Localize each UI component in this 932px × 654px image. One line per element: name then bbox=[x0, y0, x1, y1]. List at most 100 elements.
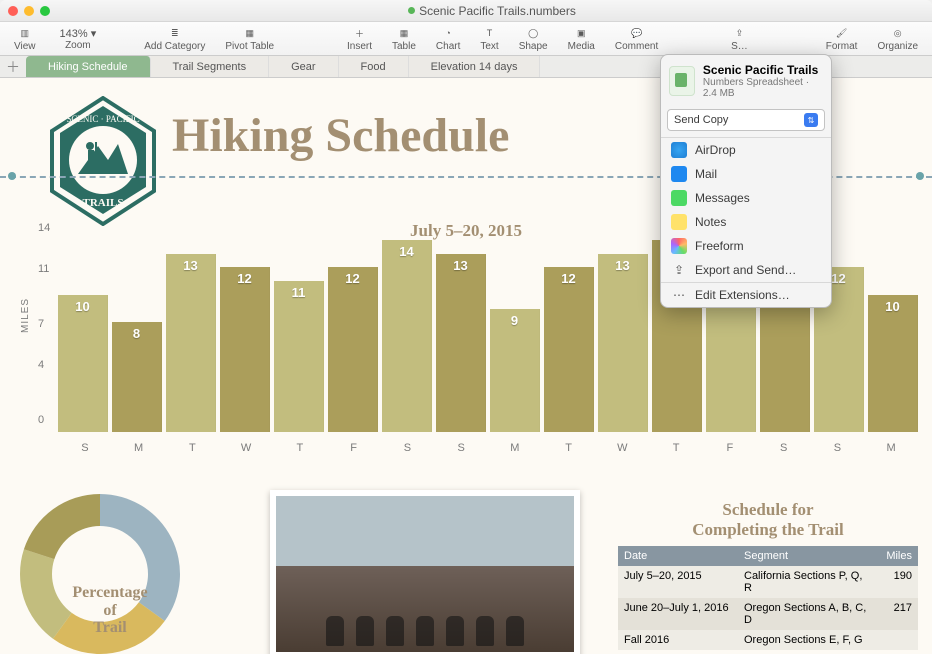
col-header-segment[interactable]: Segment bbox=[738, 546, 874, 566]
cell-miles[interactable] bbox=[874, 630, 918, 650]
format-button[interactable]: 🖌 Format bbox=[818, 25, 866, 52]
window-close-button[interactable] bbox=[8, 6, 18, 16]
cell-segment[interactable]: California Sections P, Q, R bbox=[738, 566, 874, 598]
share-export[interactable]: ⇪Export and Send… bbox=[661, 258, 831, 282]
chart-icon: ◔ bbox=[440, 25, 456, 41]
pie-slice[interactable] bbox=[24, 494, 100, 559]
guide-handle-right[interactable] bbox=[916, 172, 924, 180]
toolbar: ▥ View 143% ▾ Zoom ≣ Add Category ▦ Pivo… bbox=[0, 22, 932, 56]
y-tick: 4 bbox=[38, 359, 44, 371]
cell-miles[interactable]: 217 bbox=[874, 598, 918, 630]
mail-icon bbox=[671, 166, 687, 182]
pivot-table-button[interactable]: ▦ Pivot Table bbox=[217, 25, 282, 52]
x-tick: F bbox=[703, 442, 757, 454]
media-icon: ▣ bbox=[573, 25, 589, 41]
x-tick: T bbox=[542, 442, 596, 454]
sheet-tab[interactable]: Trail Segments bbox=[151, 56, 270, 77]
insert-button[interactable]: ＋ Insert bbox=[339, 25, 380, 52]
bar-value-label: 12 bbox=[561, 271, 575, 286]
col-header-miles[interactable]: Miles bbox=[874, 546, 918, 566]
cell-miles[interactable]: 190 bbox=[874, 566, 918, 598]
bar-value-label: 13 bbox=[615, 258, 629, 273]
page-title: Hiking Schedule bbox=[172, 108, 509, 163]
table-row[interactable]: July 5–20, 2015California Sections P, Q,… bbox=[618, 566, 918, 598]
chart-bar[interactable]: 12 bbox=[544, 267, 594, 432]
share-freeform[interactable]: Freeform bbox=[661, 234, 831, 258]
sheet-tab[interactable]: Hiking Schedule bbox=[26, 56, 151, 77]
extensions-icon: ⋯ bbox=[671, 287, 687, 303]
chart-bar[interactable]: 12 bbox=[328, 267, 378, 432]
window-minimize-button[interactable] bbox=[24, 6, 34, 16]
add-sheet-button[interactable]: ＋ bbox=[0, 57, 26, 77]
table-button[interactable]: ▦ Table bbox=[384, 25, 424, 52]
freeform-icon bbox=[671, 238, 687, 254]
chart-bar[interactable]: 12 bbox=[220, 267, 270, 432]
share-button[interactable]: ⇪ S… bbox=[723, 25, 756, 52]
chart-button[interactable]: ◔ Chart bbox=[428, 25, 468, 52]
chart-bar[interactable]: 8 bbox=[112, 322, 162, 432]
pie-chart[interactable]: Percentage of Trail bbox=[10, 484, 210, 654]
cell-segment[interactable]: Oregon Sections A, B, C, D bbox=[738, 598, 874, 630]
export-icon: ⇪ bbox=[671, 262, 687, 278]
x-tick: S bbox=[381, 442, 435, 454]
chart-bar[interactable]: 14 bbox=[382, 240, 432, 432]
text-button[interactable]: T Text bbox=[472, 25, 506, 52]
x-tick: F bbox=[327, 442, 381, 454]
schedule-table-title: Schedule for Completing the Trail bbox=[618, 500, 918, 539]
table-row[interactable]: Fall 2016Oregon Sections E, F, G bbox=[618, 630, 918, 650]
cell-date[interactable]: June 20–July 1, 2016 bbox=[618, 598, 738, 630]
organize-button[interactable]: ◎ Organize bbox=[869, 25, 926, 52]
guide-handle-left[interactable] bbox=[8, 172, 16, 180]
x-tick: S bbox=[757, 442, 811, 454]
organize-icon: ◎ bbox=[890, 25, 906, 41]
schedule-table[interactable]: Date Segment Miles July 5–20, 2015Califo… bbox=[618, 546, 918, 650]
bar-value-label: 12 bbox=[345, 271, 359, 286]
x-tick: M bbox=[864, 442, 918, 454]
chart-bar[interactable]: 9 bbox=[490, 309, 540, 432]
x-tick: S bbox=[58, 442, 112, 454]
shape-icon: ◯ bbox=[525, 25, 541, 41]
share-airdrop[interactable]: AirDrop bbox=[661, 138, 831, 162]
share-doc-thumbnail-icon bbox=[669, 66, 695, 96]
titlebar: Scenic Pacific Trails.numbers bbox=[0, 0, 932, 22]
x-tick: S bbox=[811, 442, 865, 454]
sheet-tab[interactable]: Elevation 14 days bbox=[409, 56, 541, 77]
sheet-tab[interactable]: Gear bbox=[269, 56, 338, 77]
format-icon: 🖌 bbox=[834, 25, 850, 41]
bar-value-label: 13 bbox=[183, 258, 197, 273]
view-button[interactable]: ▥ View bbox=[6, 25, 44, 52]
share-notes[interactable]: Notes bbox=[661, 210, 831, 234]
x-tick: T bbox=[273, 442, 327, 454]
bar-value-label: 10 bbox=[75, 299, 89, 314]
add-category-button[interactable]: ≣ Add Category bbox=[136, 25, 213, 52]
chart-bar[interactable]: 13 bbox=[166, 254, 216, 432]
bar-value-label: 13 bbox=[453, 258, 467, 273]
chart-bar[interactable]: 13 bbox=[436, 254, 486, 432]
view-icon: ▥ bbox=[17, 25, 33, 41]
chart-bar[interactable]: 11 bbox=[274, 281, 324, 432]
shape-button[interactable]: ◯ Shape bbox=[511, 25, 556, 52]
share-messages[interactable]: Messages bbox=[661, 186, 831, 210]
cell-date[interactable]: Fall 2016 bbox=[618, 630, 738, 650]
share-edit-extensions[interactable]: ⋯Edit Extensions… bbox=[661, 283, 831, 307]
chart-bar[interactable]: 10 bbox=[868, 295, 918, 432]
edited-indicator-icon bbox=[408, 7, 415, 14]
zoom-selector[interactable]: 143% ▾ Zoom bbox=[48, 27, 109, 51]
share-mail[interactable]: Mail bbox=[661, 162, 831, 186]
x-tick: M bbox=[488, 442, 542, 454]
col-header-date[interactable]: Date bbox=[618, 546, 738, 566]
chart-bar[interactable]: 13 bbox=[598, 254, 648, 432]
share-mode-select[interactable]: Send Copy ⇅ bbox=[667, 109, 825, 131]
media-button[interactable]: ▣ Media bbox=[560, 25, 603, 52]
cell-date[interactable]: July 5–20, 2015 bbox=[618, 566, 738, 598]
chart-bar[interactable]: 10 bbox=[58, 295, 108, 432]
comment-button[interactable]: 💬 Comment bbox=[607, 25, 666, 52]
beach-photo[interactable] bbox=[270, 490, 580, 654]
window-zoom-button[interactable] bbox=[40, 6, 50, 16]
sheet-tab[interactable]: Food bbox=[339, 56, 409, 77]
bar-value-label: 12 bbox=[237, 271, 251, 286]
table-row[interactable]: June 20–July 1, 2016Oregon Sections A, B… bbox=[618, 598, 918, 630]
cell-segment[interactable]: Oregon Sections E, F, G bbox=[738, 630, 874, 650]
comment-icon: 💬 bbox=[629, 25, 645, 41]
x-tick: M bbox=[112, 442, 166, 454]
